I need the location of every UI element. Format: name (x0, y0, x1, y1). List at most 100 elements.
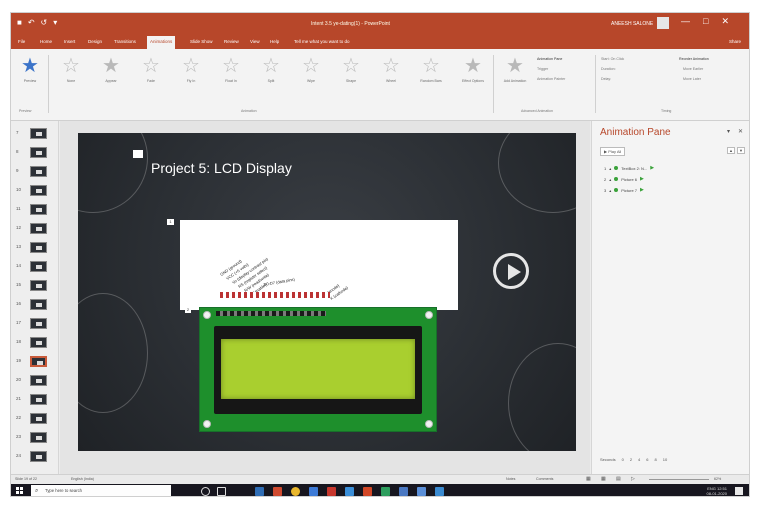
arrow-up-icon[interactable]: ▲ (727, 147, 735, 154)
slide-thumbnail[interactable]: 12 (16, 220, 56, 237)
slide-thumbnail[interactable]: 15 (16, 277, 56, 294)
animation-item[interactable]: 3 ▴ Picture 7 ▶ (604, 187, 644, 193)
comments-button[interactable]: Comments (536, 477, 553, 481)
app-icon[interactable] (399, 487, 408, 496)
app-icon[interactable] (255, 487, 264, 496)
tab-slide-show[interactable]: Slide Show (187, 38, 216, 45)
slide-thumbnail[interactable]: 17 (16, 315, 56, 332)
slide-thumbnail[interactable]: 9 (16, 163, 56, 180)
customize-icon[interactable]: ▾ (53, 19, 57, 27)
tab-design[interactable]: Design (85, 38, 105, 45)
slide-thumbnail[interactable]: 19 (16, 353, 56, 370)
slide-thumbnail[interactable]: 21 (16, 391, 56, 408)
app-icon[interactable] (417, 487, 426, 496)
slide-thumbnail[interactable]: 22 (16, 410, 56, 427)
pin-label-picture[interactable]: GND (ground) VCC (+5 volts) Vo (display … (180, 220, 458, 310)
tab-insert[interactable]: Insert (61, 38, 78, 45)
animation-random-bars[interactable]: ☆ Random Bars (413, 53, 449, 99)
slide-canvas[interactable]: Project 5: LCD Display 1 GND (ground) VC… (78, 133, 576, 451)
animation-none[interactable]: ☆ None (53, 53, 89, 99)
app-icon[interactable] (327, 487, 336, 496)
app-icon[interactable] (309, 487, 318, 496)
slide-thumbnail[interactable]: 8 (16, 144, 56, 161)
tell-me-search[interactable]: Tell me what you want to do (291, 38, 353, 45)
animation-wheel[interactable]: ☆ Wheel (373, 53, 409, 99)
preview-button[interactable]: ★ Preview (15, 53, 45, 99)
sorter-view-icon[interactable]: ▦ (601, 476, 606, 482)
add-animation-button[interactable]: ★ Add Animation (497, 53, 533, 99)
lcd-module-picture[interactable] (199, 307, 437, 432)
share-button[interactable]: Share (729, 39, 741, 44)
tab-review[interactable]: Review (221, 38, 242, 45)
undo-icon[interactable]: ↶ (28, 19, 35, 27)
trigger-button[interactable]: Trigger (537, 67, 548, 71)
app-icon[interactable] (273, 487, 282, 496)
slide-thumbnail[interactable]: 20 (16, 372, 56, 389)
taskbar-search-input[interactable]: ⌕ Type here to search (31, 485, 171, 496)
arrow-down-icon[interactable]: ▼ (737, 147, 745, 154)
slide-thumbnail[interactable]: 11 (16, 201, 56, 218)
animation-fade[interactable]: ☆ Fade (133, 53, 169, 99)
animation-float-in[interactable]: ☆ Float In (213, 53, 249, 99)
tab-home[interactable]: Home (37, 38, 55, 45)
slide-thumbnail[interactable]: 13 (16, 239, 56, 256)
animation-item[interactable]: 2 ▴ Picture 6 ▶ (604, 176, 644, 182)
slide-thumbnail[interactable]: 14 (16, 258, 56, 275)
animation-painter-button[interactable]: Animation Painter (537, 77, 565, 81)
reading-view-icon[interactable]: ▤ (616, 476, 621, 482)
slide-thumbnail[interactable]: 24 (16, 448, 56, 465)
task-view-icon[interactable] (217, 487, 226, 496)
seconds-timeline[interactable]: Seconds 0 2 4 6 8 10 (600, 457, 667, 462)
animation-pane-button[interactable]: Animation Pane (537, 57, 562, 61)
minimize-icon[interactable]: — (681, 16, 690, 27)
animation-shape[interactable]: ☆ Shape (333, 53, 369, 99)
language-indicator[interactable]: English (India) (71, 477, 94, 481)
app-icon[interactable] (435, 487, 444, 496)
effect-options-button[interactable]: ★ Effect Options (455, 53, 491, 99)
notification-icon[interactable] (735, 487, 743, 495)
tab-transitions[interactable]: Transitions (111, 38, 139, 45)
animation-wipe[interactable]: ☆ Wipe (293, 53, 329, 99)
slide-thumbnail[interactable]: 10 (16, 182, 56, 199)
normal-view-icon[interactable]: ▦ (586, 476, 591, 482)
tab-animations[interactable]: Animations (147, 36, 176, 49)
zoom-level[interactable]: 62% (714, 477, 721, 481)
slide-thumbnail[interactable]: 7 (16, 125, 56, 142)
start-select[interactable]: Start: On Click (601, 57, 624, 61)
chevron-down-icon[interactable]: ▾ (727, 128, 730, 135)
redo-icon[interactable]: ↺ (41, 19, 48, 27)
slide-thumbnail[interactable]: 23 (16, 429, 56, 446)
move-later-button[interactable]: Move Later (683, 77, 701, 81)
delay-field[interactable]: Delay: (601, 77, 611, 81)
notes-button[interactable]: Notes (506, 477, 515, 481)
app-icon[interactable] (345, 487, 354, 496)
animation-split[interactable]: ☆ Split (253, 53, 289, 99)
user-name[interactable]: ANEESH SALONE (611, 21, 653, 27)
save-icon[interactable]: ■ (17, 19, 22, 27)
system-tray[interactable]: ENG 12:51 08-01-2020 (707, 486, 727, 496)
app-icon[interactable] (381, 487, 390, 496)
zoom-slider[interactable] (649, 479, 709, 480)
windows-start-icon[interactable] (16, 487, 24, 495)
move-earlier-button[interactable]: Move Earlier (683, 67, 703, 71)
chrome-icon[interactable] (291, 487, 300, 496)
play-icon[interactable] (493, 253, 529, 289)
tab-help[interactable]: Help (267, 38, 282, 45)
powerpoint-icon[interactable] (363, 487, 372, 496)
close-icon[interactable]: ✕ (738, 128, 743, 135)
slide-title[interactable]: Project 5: LCD Display (151, 160, 292, 176)
animation-item[interactable]: 1 ▴ TextBox 2: N... ▶ (604, 165, 654, 171)
animation-fly-in[interactable]: ☆ Fly In (173, 53, 209, 99)
duration-field[interactable]: Duration: (601, 67, 616, 71)
close-icon[interactable]: ✕ (721, 16, 729, 27)
avatar[interactable] (657, 17, 669, 29)
cortana-icon[interactable] (201, 487, 210, 496)
slide-thumbnail[interactable]: 16 (16, 296, 56, 313)
tab-view[interactable]: View (247, 38, 263, 45)
animation-appear[interactable]: ★ Appear (93, 53, 129, 99)
slide-thumbnail[interactable]: 18 (16, 334, 56, 351)
slideshow-view-icon[interactable]: ▷ (631, 476, 635, 482)
tab-file[interactable]: File (15, 38, 28, 45)
maximize-icon[interactable]: □ (703, 16, 708, 27)
play-all-button[interactable]: ▶ Play All (600, 147, 626, 156)
